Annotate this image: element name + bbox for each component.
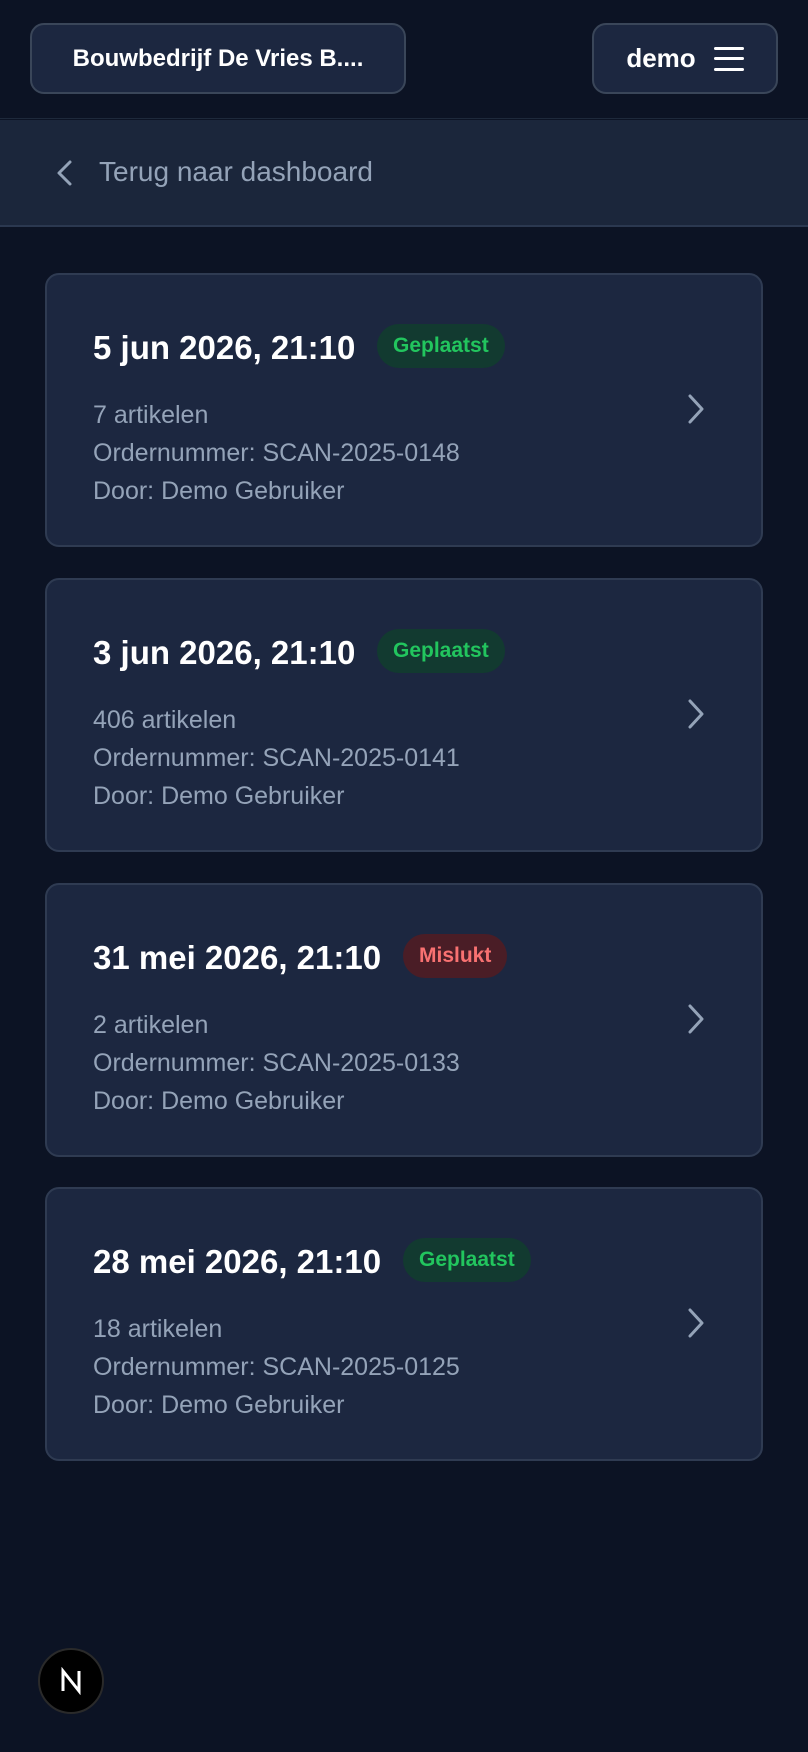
order-date: 28 mei 2026, 21:10 [93,1243,382,1280]
order-card[interactable]: 5 jun 2026, 21:10 Geplaatst 7 artikelen Ord… [45,273,763,547]
order-number: Ordernummer: SCAN-2025-0133 [93,1049,460,1077]
order-number: Ordernummer: SCAN-2025-0141 [93,744,460,772]
order-card[interactable]: 31 mei 2026, 21:10 Mislukt 2 artikelen Orde… [45,883,763,1157]
order-card[interactable]: 28 mei 2026, 21:10 Geplaatst 18 artikelen O… [45,1187,763,1461]
status-badge: Geplaatst [403,1238,531,1282]
ordered-by: Door: Demo Gebruiker [93,1087,345,1115]
nextjs-logo-icon [61,1667,81,1695]
order-card[interactable]: 3 jun 2026, 21:10 Geplaatst 406 artikelen O… [45,578,763,852]
status-badge: Mislukt [403,934,508,978]
chevron-right-icon [688,394,704,424]
status-badge: Geplaatst [377,324,505,368]
user-name: demo [626,43,696,73]
hamburger-menu-icon [713,46,744,71]
top-bar: Bouwbedrijf De Vries B.... demo [0,0,808,119]
ordered-by: Door: Demo Gebruiker [93,477,345,505]
ordered-by: Door: Demo Gebruiker [93,782,345,810]
order-date: 31 mei 2026, 21:10 [93,939,382,976]
user-menu-button[interactable]: demo [592,23,778,94]
article-count: 18 artikelen [93,1315,223,1343]
article-count: 2 artikelen [93,1011,209,1039]
article-count: 7 artikelen [93,401,209,429]
order-number: Ordernummer: SCAN-2025-0148 [93,439,460,467]
chevron-right-icon [688,1308,704,1338]
company-name: Bouwbedrijf De Vries B.... [72,44,364,72]
company-selector-button[interactable]: Bouwbedrijf De Vries B.... [30,23,406,94]
article-count: 406 artikelen [93,706,237,734]
back-to-dashboard-link[interactable]: Terug naar dashboard [0,120,808,227]
order-date: 5 jun 2026, 21:10 [93,329,356,366]
ordered-by: Door: Demo Gebruiker [93,1391,345,1419]
nextjs-dev-badge[interactable] [38,1648,104,1714]
order-date: 3 jun 2026, 21:10 [93,634,356,671]
back-label: Terug naar dashboard [99,156,373,187]
chevron-left-icon [57,160,72,186]
status-badge: Geplaatst [377,629,505,673]
order-number: Ordernummer: SCAN-2025-0125 [93,1353,460,1381]
chevron-right-icon [688,699,704,729]
chevron-right-icon [688,1004,704,1034]
